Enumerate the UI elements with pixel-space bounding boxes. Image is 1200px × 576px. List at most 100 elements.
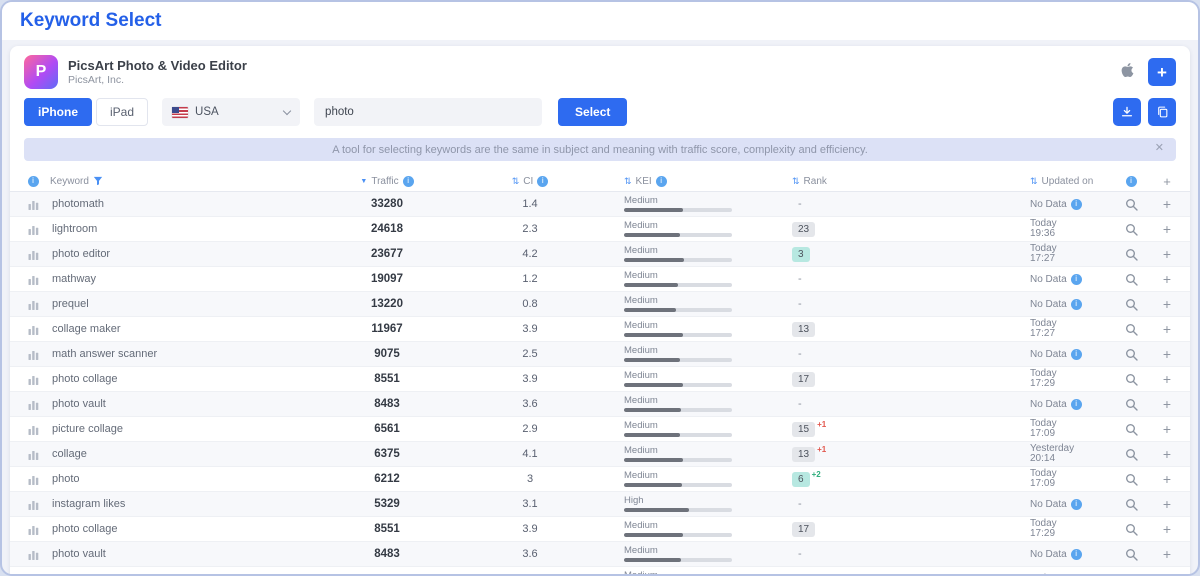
keyword-label: photo collage xyxy=(50,523,318,535)
inspect-keyword-button[interactable] xyxy=(1112,348,1150,361)
add-keyword-button[interactable]: + xyxy=(1150,547,1184,561)
add-keyword-button[interactable]: + xyxy=(1150,247,1184,261)
add-keyword-button[interactable]: + xyxy=(1150,572,1184,576)
rank-cell: 13 xyxy=(786,322,938,337)
kei-cell: Medium xyxy=(604,221,786,238)
download-button[interactable] xyxy=(1113,98,1141,126)
rank-cell: 3 xyxy=(786,247,938,262)
keyword-chart-button[interactable] xyxy=(16,349,50,360)
keyword-chart-button[interactable] xyxy=(16,499,50,510)
device-tab-iphone[interactable]: iPhone xyxy=(24,98,92,126)
keyword-chart-button[interactable] xyxy=(16,299,50,310)
column-header-rank[interactable]: ⇅ Rank xyxy=(786,176,938,187)
keyword-chart-button[interactable] xyxy=(16,449,50,460)
add-keyword-button[interactable]: + xyxy=(1150,372,1184,386)
kei-progress-fill xyxy=(624,258,684,262)
add-keyword-button[interactable]: + xyxy=(1150,347,1184,361)
inspect-keyword-button[interactable] xyxy=(1112,298,1150,311)
inspect-keyword-button[interactable] xyxy=(1112,498,1150,511)
add-keyword-button[interactable]: + xyxy=(1150,497,1184,511)
kei-progress-fill xyxy=(624,333,683,337)
inspect-keyword-button[interactable] xyxy=(1112,248,1150,261)
inspect-keyword-button[interactable] xyxy=(1112,473,1150,486)
inspect-keyword-button[interactable] xyxy=(1112,373,1150,386)
filter-icon[interactable] xyxy=(93,176,103,186)
info-icon[interactable]: i xyxy=(1126,176,1137,187)
inspect-keyword-button[interactable] xyxy=(1112,448,1150,461)
inspect-keyword-button[interactable] xyxy=(1112,323,1150,336)
inspect-keyword-button[interactable] xyxy=(1112,573,1150,576)
keyword-chart-button[interactable] xyxy=(16,249,50,260)
add-keyword-button[interactable]: + xyxy=(1150,222,1184,236)
add-keyword-button[interactable]: + xyxy=(1150,422,1184,436)
inspect-keyword-button[interactable] xyxy=(1112,548,1150,561)
add-keyword-button[interactable]: + xyxy=(1150,472,1184,486)
kei-cell: Medium xyxy=(604,396,786,413)
column-header-updated[interactable]: ⇅ Updated on xyxy=(938,176,1112,187)
add-all-keywords-icon[interactable]: + xyxy=(1150,174,1184,189)
kei-cell: Medium xyxy=(604,321,786,338)
keyword-chart-button[interactable] xyxy=(16,399,50,410)
add-keyword-button[interactable]: + xyxy=(1150,397,1184,411)
inspect-keyword-button[interactable] xyxy=(1112,523,1150,536)
bar-chart-icon xyxy=(28,224,39,235)
add-keyword-button[interactable]: + xyxy=(1150,272,1184,286)
updated-cell: No Data i xyxy=(938,274,1112,285)
column-header-keyword[interactable]: Keyword xyxy=(50,176,318,187)
sort-icon[interactable]: ⇅ xyxy=(624,177,632,186)
keyword-chart-button[interactable] xyxy=(16,374,50,385)
keyword-chart-button[interactable] xyxy=(16,324,50,335)
device-tab-ipad[interactable]: iPad xyxy=(96,98,148,126)
sort-desc-icon[interactable]: ▼ xyxy=(360,178,367,185)
traffic-header-label: Traffic xyxy=(371,176,398,187)
keyword-search-input[interactable] xyxy=(314,98,542,126)
inspect-keyword-button[interactable] xyxy=(1112,198,1150,211)
kei-progress-bar xyxy=(624,208,732,212)
keyword-chart-button[interactable] xyxy=(16,524,50,535)
inspect-keyword-button[interactable] xyxy=(1112,398,1150,411)
add-keyword-button[interactable]: + xyxy=(1150,522,1184,536)
keyword-chart-button[interactable] xyxy=(16,474,50,485)
inspect-keyword-button[interactable] xyxy=(1112,273,1150,286)
sort-icon[interactable]: ⇅ xyxy=(1030,177,1038,186)
column-header-ci[interactable]: ⇅ CI i xyxy=(456,176,604,187)
updated-time: 17:29 xyxy=(1030,529,1112,540)
add-keyword-button[interactable]: + xyxy=(1150,297,1184,311)
keyword-chart-button[interactable] xyxy=(16,424,50,435)
info-icon[interactable]: i xyxy=(403,176,414,187)
rank-dash: - xyxy=(792,348,802,360)
kei-progress-fill xyxy=(624,383,683,387)
keyword-label: lightroom xyxy=(50,223,318,235)
info-icon[interactable]: i xyxy=(28,176,39,187)
select-button[interactable]: Select xyxy=(558,98,627,126)
updated-cell: No Data i xyxy=(938,349,1112,360)
column-header-kei[interactable]: ⇅ KEI i xyxy=(604,176,786,187)
traffic-value: 9075 xyxy=(318,348,456,360)
banner-close-icon[interactable]: ✕ xyxy=(1155,143,1164,154)
keyword-chart-button[interactable] xyxy=(16,224,50,235)
updated-lines: Today 17:27 xyxy=(1030,319,1112,340)
sort-icon[interactable]: ⇅ xyxy=(512,177,520,186)
column-header-traffic[interactable]: ▼ Traffic i xyxy=(318,176,456,187)
add-keyword-button[interactable]: + xyxy=(1150,197,1184,211)
add-keyword-button[interactable]: + xyxy=(1150,322,1184,336)
add-app-button[interactable]: + xyxy=(1148,58,1176,86)
country-select[interactable]: USA xyxy=(162,98,300,126)
inspect-keyword-button[interactable] xyxy=(1112,423,1150,436)
app-header-row: P PicsArt Photo & Video Editor PicsArt, … xyxy=(10,46,1190,91)
info-icon[interactable]: i xyxy=(537,176,548,187)
copy-button[interactable] xyxy=(1148,98,1176,126)
add-keyword-button[interactable]: + xyxy=(1150,447,1184,461)
updated-cell: Today 17:09 xyxy=(938,419,1112,440)
info-icon[interactable]: i xyxy=(656,176,667,187)
keyword-chart-button[interactable] xyxy=(16,199,50,210)
keyword-chart-button[interactable] xyxy=(16,274,50,285)
sort-icon[interactable]: ⇅ xyxy=(792,177,800,186)
kei-progress-bar xyxy=(624,383,732,387)
keyword-chart-button[interactable] xyxy=(16,549,50,560)
inspect-keyword-button[interactable] xyxy=(1112,223,1150,236)
kei-cell: Medium xyxy=(604,421,786,438)
table-row: photo 6212 3 Medium 6 +2 Today 17:09 + xyxy=(10,467,1190,492)
table-row: prequel 13220 0.8 Medium - No Data i + xyxy=(10,292,1190,317)
bar-chart-icon xyxy=(28,549,39,560)
